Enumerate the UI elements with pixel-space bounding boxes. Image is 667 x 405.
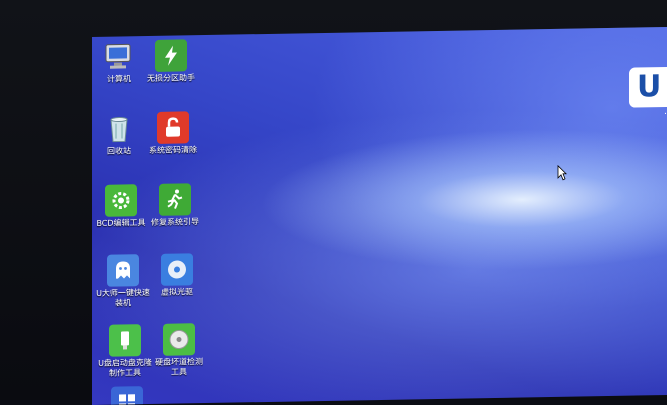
desktop-icon-disk-check[interactable]: 硬盘坏道检测工具 [152, 323, 206, 378]
icon-label: 硬盘坏道检测工具 [155, 357, 203, 377]
icon-label: 虚拟光驱 [161, 287, 193, 297]
icon-label: U大师一键快速装机 [96, 288, 150, 308]
icon-label: BCD编辑工具 [96, 218, 146, 228]
desktop-icon-computer[interactable]: 计算机 [92, 40, 146, 85]
brand-logo-letter: U [637, 69, 662, 105]
desktop-icon-boot-repair[interactable]: 修复系统引导 [148, 183, 202, 228]
desktop-icon-windows[interactable] [100, 386, 154, 405]
desktop-icon-recycle-bin[interactable]: 回收站 [92, 112, 146, 157]
desktop-icon-u-install[interactable]: U大师一键快速装机 [96, 254, 150, 309]
computer-icon [103, 40, 135, 73]
icon-label: 无损分区助手 [147, 73, 195, 84]
desktop-icon-bcd[interactable]: BCD编辑工具 [94, 184, 148, 229]
usb-icon [109, 324, 141, 357]
desktop[interactable]: 计算机 回收站 BCD编辑工具 U大师一键快速装机 U盘启动盘克隆制作工具 无损… [92, 26, 667, 405]
partition-tool-icon [155, 39, 187, 72]
mouse-cursor-icon [557, 164, 567, 185]
harddisk-icon [163, 323, 195, 356]
icon-label: 计算机 [107, 74, 131, 84]
disc-icon [161, 253, 193, 286]
lock-icon [157, 111, 189, 144]
brand-logo: U [629, 66, 667, 108]
icon-label: U盘启动盘克隆制作工具 [98, 357, 152, 378]
desktop-icon-password-clear[interactable]: 系统密码清除 [146, 111, 200, 156]
icon-label: 修复系统引导 [151, 217, 199, 227]
ghost-icon [107, 254, 139, 287]
desktop-icon-partition[interactable]: 无损分区助手 [144, 39, 198, 84]
desktop-icon-usb-clone[interactable]: U盘启动盘克隆制作工具 [98, 324, 152, 379]
desktop-icon-virtual-drive[interactable]: 虚拟光驱 [150, 253, 204, 298]
windows-icon [111, 386, 143, 405]
recycle-bin-icon [103, 112, 135, 145]
icon-label: 系统密码清除 [149, 145, 197, 156]
running-man-icon [159, 183, 191, 216]
gear-icon [105, 184, 137, 217]
icon-label: 回收站 [107, 146, 131, 156]
